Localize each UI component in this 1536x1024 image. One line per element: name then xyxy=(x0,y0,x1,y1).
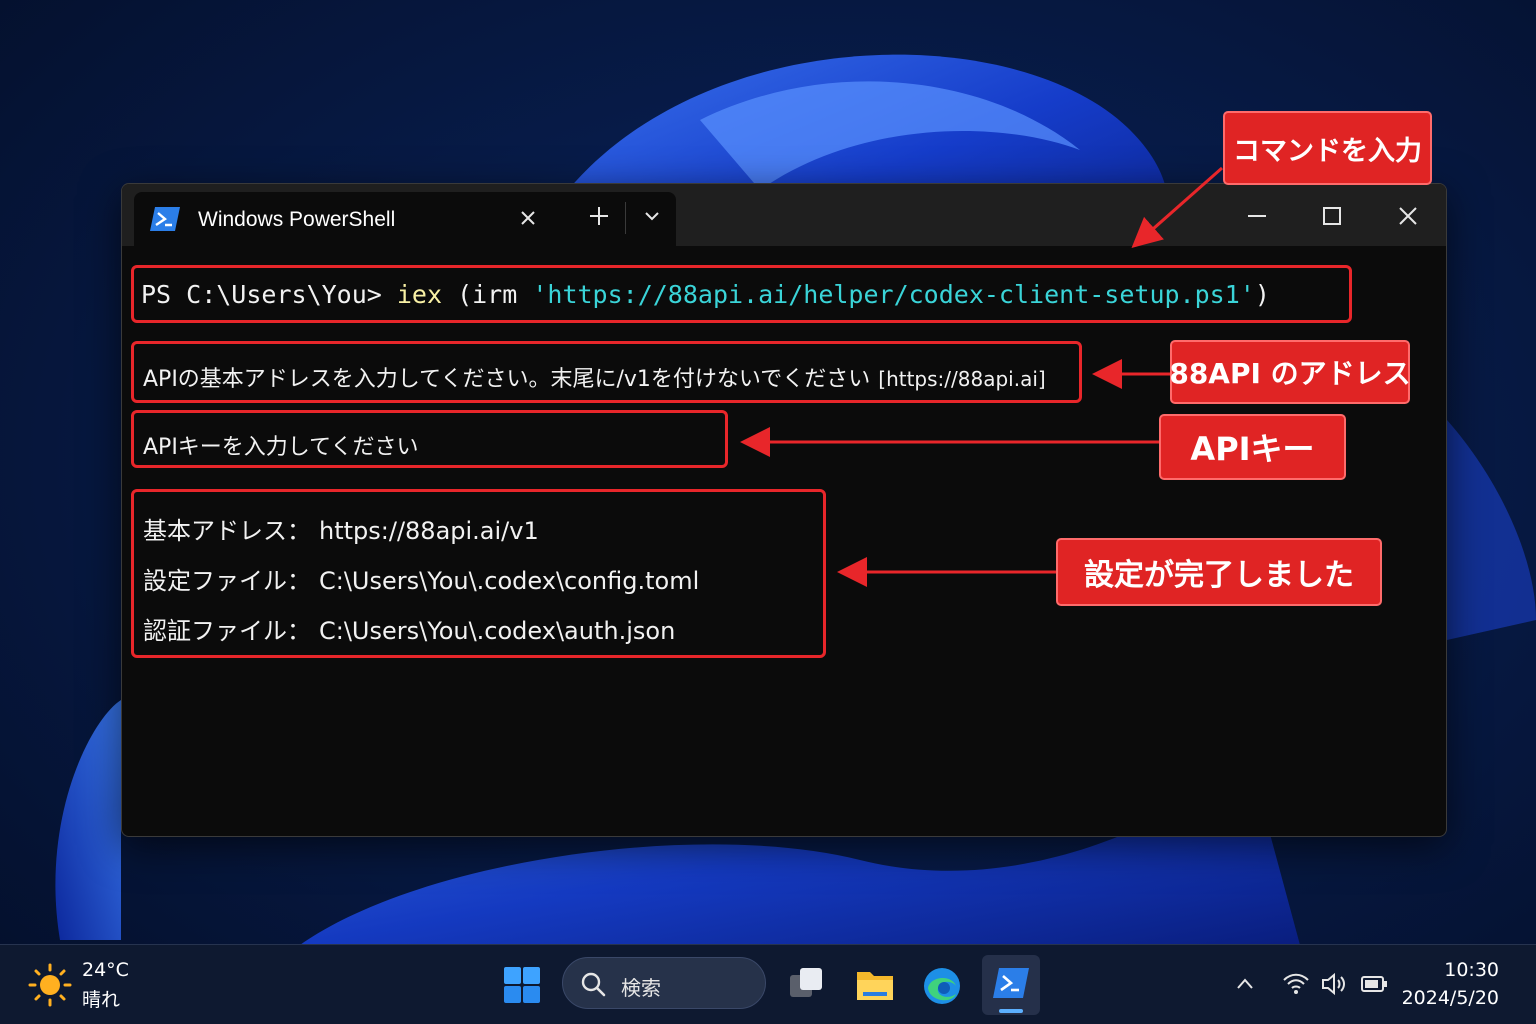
clock-time[interactable]: 10:30 xyxy=(1444,959,1499,981)
api-key-highlight xyxy=(131,410,728,468)
title-bar[interactable]: Windows PowerShell xyxy=(122,184,1446,246)
taskbar: 24°C 晴れ 検索 10:30 2024/5/20 xyxy=(0,944,1536,1024)
chevron-down-icon[interactable] xyxy=(640,204,664,228)
powershell-icon xyxy=(150,207,180,231)
search-icon xyxy=(581,972,606,997)
taskbar-search[interactable]: 検索 xyxy=(562,957,766,1009)
close-icon[interactable] xyxy=(1396,204,1420,228)
weather-temperature[interactable]: 24°C xyxy=(82,959,129,981)
command-highlight xyxy=(131,265,1352,323)
sun-icon[interactable] xyxy=(28,963,72,1007)
divider xyxy=(625,202,626,234)
task-view-icon[interactable] xyxy=(788,966,826,1004)
clock-date[interactable]: 2024/5/20 xyxy=(1402,987,1499,1009)
windows-start-icon[interactable] xyxy=(503,966,541,1004)
powershell-taskbar-button[interactable] xyxy=(982,955,1040,1015)
file-explorer-icon[interactable] xyxy=(855,966,895,1004)
battery-icon[interactable] xyxy=(1360,973,1388,995)
weather-condition[interactable]: 晴れ xyxy=(82,985,120,1012)
new-tab-icon[interactable] xyxy=(587,204,611,228)
result-highlight xyxy=(131,489,826,658)
search-label: 検索 xyxy=(621,976,661,1000)
tab-title: Windows PowerShell xyxy=(198,208,396,231)
base-address-highlight xyxy=(131,341,1082,403)
maximize-icon[interactable] xyxy=(1320,204,1344,228)
active-indicator xyxy=(999,1009,1023,1013)
close-tab-icon[interactable] xyxy=(516,206,540,230)
callout-enter-command: コマンドを入力 xyxy=(1223,111,1432,185)
chevron-up-icon[interactable] xyxy=(1234,973,1256,995)
minimize-icon[interactable] xyxy=(1245,204,1269,228)
callout-api-key: APIキー xyxy=(1159,414,1346,480)
wifi-icon[interactable] xyxy=(1282,971,1310,997)
volume-icon[interactable] xyxy=(1320,971,1348,997)
callout-setup-complete: 設定が完了しました xyxy=(1056,538,1382,606)
powershell-icon xyxy=(993,968,1029,998)
callout-api-address: 88API のアドレス xyxy=(1169,340,1411,404)
edge-browser-icon[interactable] xyxy=(922,966,962,1006)
